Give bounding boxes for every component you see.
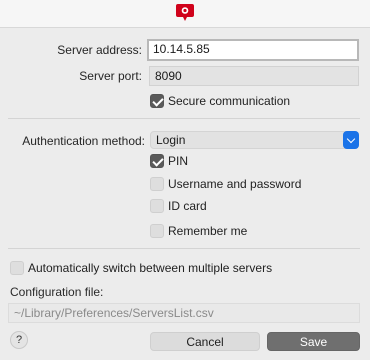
id-card-checkbox[interactable] (150, 199, 164, 213)
username-password-checkbox[interactable] (150, 177, 164, 191)
remember-me-checkbox[interactable] (150, 224, 164, 238)
remember-me-label: Remember me (168, 224, 248, 238)
username-password-label: Username and password (168, 177, 302, 191)
server-port-label: Server port: (79, 69, 142, 83)
server-port-field[interactable]: 8090 (149, 66, 359, 86)
config-file-field[interactable]: ~/Library/Preferences/ServersList.csv (8, 303, 360, 323)
auth-method-label: Authentication method: (22, 134, 145, 148)
server-address-label: Server address: (57, 43, 142, 57)
auth-method-select[interactable]: Login (150, 131, 359, 149)
help-button[interactable]: ? (10, 331, 28, 349)
auth-method-value: Login (156, 133, 186, 147)
config-file-label: Configuration file: (10, 285, 104, 299)
secure-communication-checkbox[interactable] (150, 94, 164, 108)
cancel-button[interactable]: Cancel (150, 332, 260, 351)
pin-label: PIN (168, 154, 189, 168)
id-card-label: ID card (168, 199, 207, 213)
auto-switch-checkbox[interactable] (10, 261, 24, 275)
app-logo-icon (176, 4, 194, 21)
save-button[interactable]: Save (267, 332, 360, 351)
section-divider (8, 118, 360, 119)
auto-switch-label: Automatically switch between multiple se… (28, 261, 273, 275)
pin-checkbox[interactable] (150, 154, 164, 168)
chevron-down-icon[interactable] (343, 131, 359, 149)
secure-communication-label: Secure communication (168, 94, 291, 108)
server-address-field[interactable]: 10.14.5.85 (147, 39, 359, 61)
section-divider (8, 248, 360, 249)
